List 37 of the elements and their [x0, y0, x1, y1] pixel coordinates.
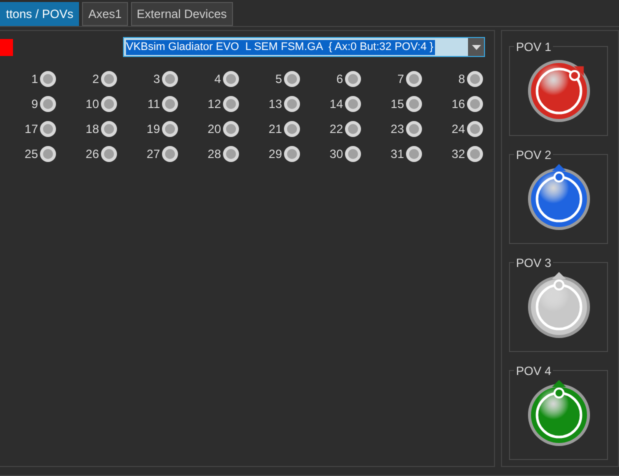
button-number: 8 — [458, 71, 465, 88]
button-number: 7 — [397, 71, 404, 88]
button-number: 29 — [268, 146, 282, 163]
button-number: 28 — [208, 146, 221, 163]
button-number: 17 — [24, 121, 38, 138]
button-number: 15 — [390, 96, 404, 113]
button-number: 26 — [86, 146, 99, 163]
button-number: 21 — [268, 121, 282, 138]
button-number: 11 — [148, 96, 160, 113]
button-number: 19 — [146, 121, 160, 138]
button-number: 16 — [452, 96, 465, 113]
button-number: 12 — [208, 96, 221, 113]
device-dropdown[interactable]: VKBsim Gladiator EVO L SEM FSM.GA { Ax:0 But:32 POV:4 } — [123, 37, 485, 57]
caret-icon — [472, 44, 480, 50]
button-number: 25 — [24, 146, 38, 163]
button-number: 1 — [31, 71, 38, 88]
button-number: 14 — [330, 96, 343, 113]
button-number: 18 — [86, 121, 99, 138]
button-number: 10 — [86, 96, 99, 113]
button-number: 20 — [208, 121, 221, 138]
button-number: 5 — [275, 71, 282, 88]
button-number: 31 — [390, 146, 404, 163]
button-number: 30 — [330, 146, 343, 163]
button-number: 9 — [31, 96, 38, 113]
button-number: 27 — [146, 146, 160, 163]
tab[interactable]: External Devices — [130, 2, 233, 26]
button-number: 24 — [452, 121, 465, 138]
button-number: 13 — [268, 96, 282, 113]
tab[interactable]: ttons / POVs — [0, 2, 80, 26]
button-number: 32 — [452, 146, 465, 163]
button-number: 2 — [92, 71, 99, 88]
button-number: 6 — [336, 71, 343, 88]
button-number: 22 — [330, 121, 343, 138]
button-number: 23 — [390, 121, 404, 138]
button-number: 4 — [214, 71, 221, 88]
button-number: 3 — [153, 71, 160, 88]
tab[interactable]: Axes1 — [82, 2, 128, 26]
